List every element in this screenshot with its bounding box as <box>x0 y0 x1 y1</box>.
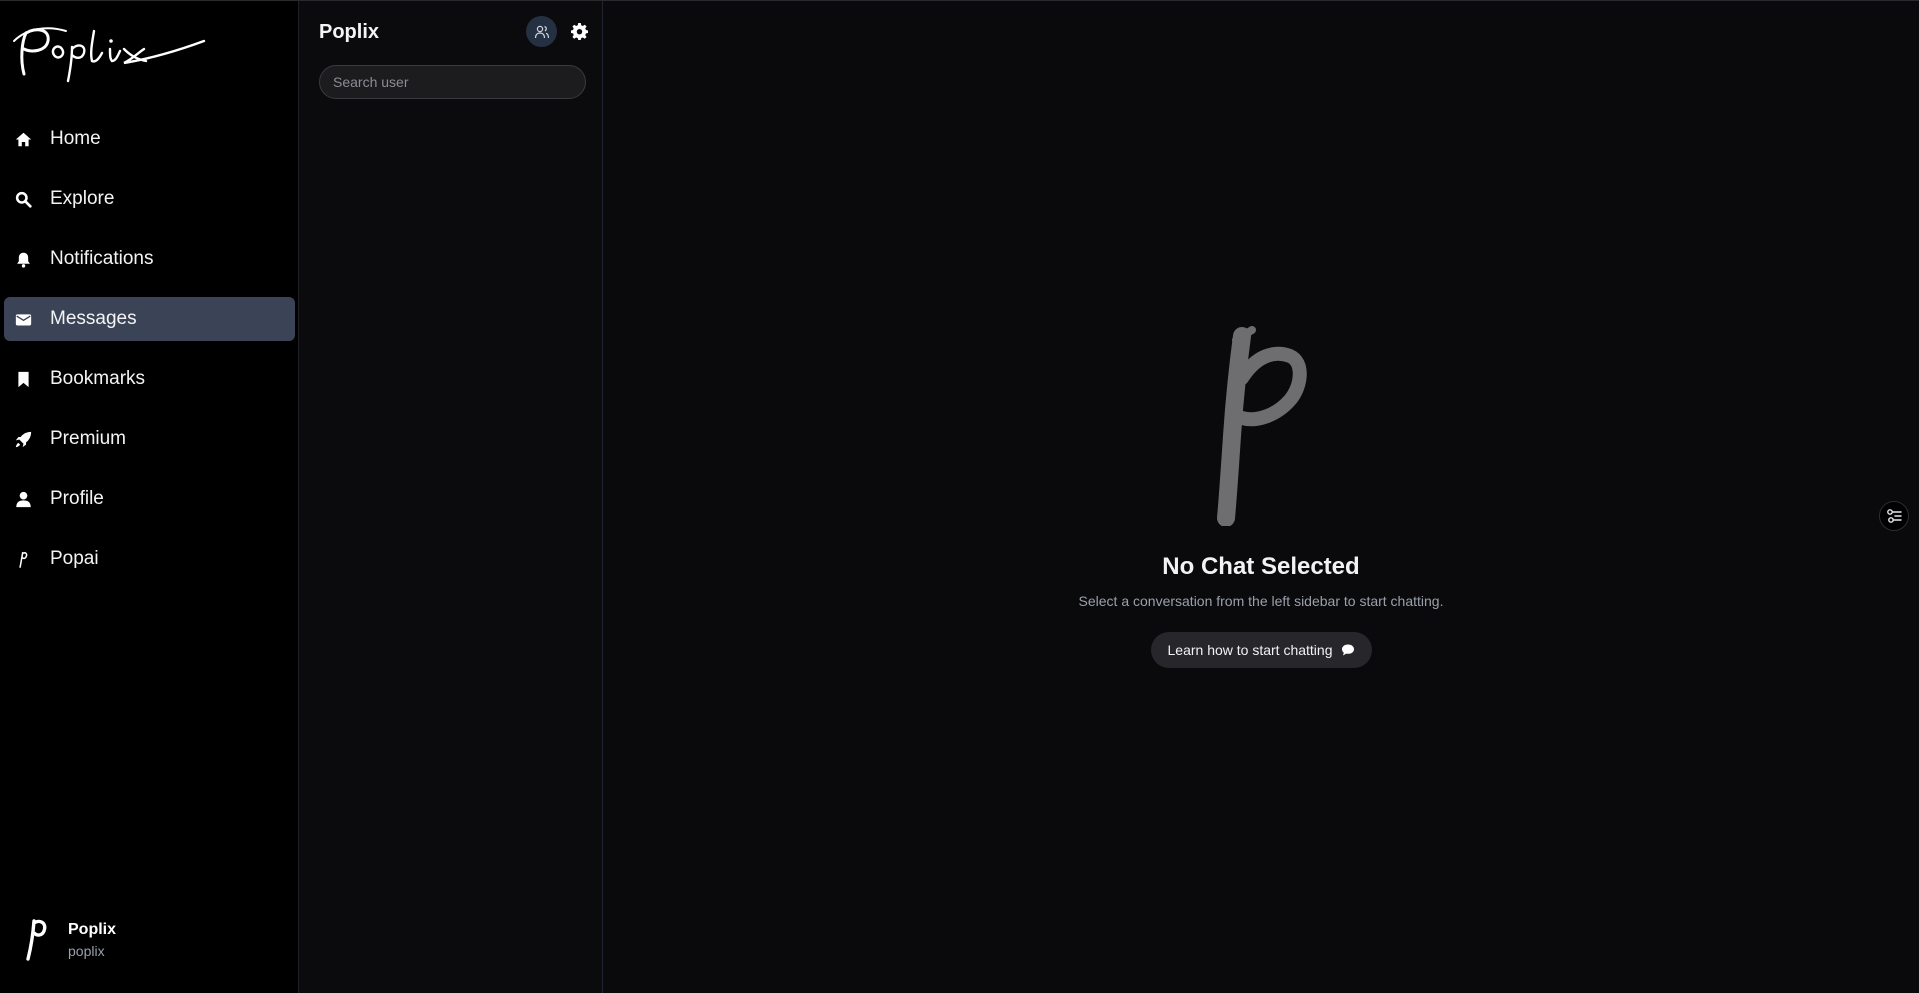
app-root: Home Explore Notifications Messages Book… <box>0 0 1919 993</box>
search-icon <box>13 189 33 209</box>
chat-main: No Chat Selected Select a conversation f… <box>603 1 1919 993</box>
empty-title: No Chat Selected <box>1162 553 1360 580</box>
search-input[interactable] <box>319 65 586 99</box>
customize-toggle-button[interactable] <box>1879 501 1909 531</box>
rocket-icon <box>13 429 33 449</box>
envelope-icon <box>13 309 33 329</box>
nav-item-label: Bookmarks <box>50 368 146 389</box>
user-handle: poplix <box>68 943 105 959</box>
avatar <box>26 919 47 961</box>
chat-list-panel: Poplix <box>299 1 603 993</box>
poplix-p-emblem <box>1217 326 1307 526</box>
nav-item-explore[interactable]: Explore <box>4 177 295 221</box>
users-icon <box>534 25 549 38</box>
nav-item-label: Premium <box>50 428 127 449</box>
empty-subtitle: Select a conversation from the left side… <box>1078 593 1444 609</box>
learn-button-label: Learn how to start chatting <box>1167 642 1333 658</box>
nav-item-messages[interactable]: Messages <box>4 297 295 341</box>
nav-item-popai[interactable]: Popai <box>4 537 295 581</box>
chat-panel-title: Poplix <box>319 21 380 43</box>
bookmark-icon <box>13 369 33 389</box>
nav-item-notifications[interactable]: Notifications <box>4 237 295 281</box>
nav-item-premium[interactable]: Premium <box>4 417 295 461</box>
learn-chatting-button[interactable]: Learn how to start chatting <box>1150 632 1372 668</box>
nav-item-bookmarks[interactable]: Bookmarks <box>4 357 295 401</box>
nav-item-home[interactable]: Home <box>4 117 295 161</box>
nav-item-label: Popai <box>50 548 99 569</box>
nav-item-label: Profile <box>50 488 104 509</box>
popai-icon <box>13 549 33 569</box>
filter-settings-icon <box>1887 509 1902 523</box>
empty-state: No Chat Selected Select a conversation f… <box>603 326 1919 668</box>
nav-item-label: Explore <box>50 188 115 209</box>
user-name: Poplix <box>68 921 117 938</box>
poplix-logo[interactable] <box>6 19 206 89</box>
current-user[interactable]: Poplix poplix <box>20 917 116 963</box>
nav-item-label: Messages <box>50 308 137 329</box>
nav-item-label: Home <box>50 128 101 149</box>
nav-item-profile[interactable]: Profile <box>4 477 295 521</box>
users-button[interactable] <box>526 16 557 47</box>
bell-icon <box>13 249 33 269</box>
speech-bubble-icon <box>1341 644 1354 656</box>
user-icon <box>13 489 33 509</box>
nav-item-label: Notifications <box>50 248 154 269</box>
gear-icon[interactable] <box>571 23 588 40</box>
nav-list: Home Explore Notifications Messages Book… <box>0 117 299 597</box>
left-nav: Home Explore Notifications Messages Book… <box>0 1 299 993</box>
home-icon <box>13 129 33 149</box>
